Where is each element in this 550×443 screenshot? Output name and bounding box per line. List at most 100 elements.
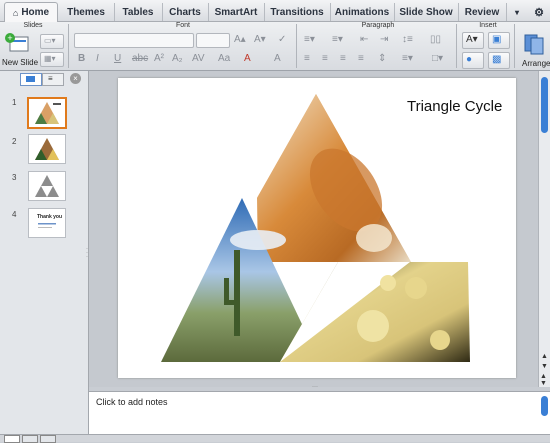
close-icon[interactable]: × [70, 73, 81, 84]
line-spacing-icon[interactable]: ↕≡ [402, 34, 413, 46]
strikethrough-button[interactable]: abc [132, 53, 148, 65]
layout-button[interactable]: ▭▾ [40, 34, 64, 49]
slide-number: 3 [12, 173, 17, 182]
tab-review[interactable]: Review [458, 3, 507, 21]
justify-icon[interactable]: ≡ [358, 53, 364, 65]
tab-animations-label: Animations [334, 6, 390, 18]
text-box-button[interactable]: A▾ [462, 32, 484, 49]
underline-button[interactable]: U [114, 53, 121, 65]
media-button[interactable]: ▩ [488, 52, 510, 69]
slide-thumbnail-4[interactable]: Thank you [28, 208, 66, 238]
slide-thumbnail-3[interactable] [28, 171, 66, 201]
group-label-paragraph: Paragraph [361, 22, 395, 29]
group-label-font: Font [175, 22, 190, 29]
tab-transitions-label: Transitions [270, 6, 324, 18]
text-direction-icon[interactable]: ⇕ [378, 53, 386, 65]
slide-thumbnail-pane: ≡ × 1 2 3 4 Thank you · · · [0, 71, 89, 436]
scrollbar-thumb[interactable] [541, 77, 548, 133]
tab-home[interactable]: ⌂ Home [4, 2, 58, 22]
triangle-cycle-graphic [161, 94, 470, 362]
tab-slide-show[interactable]: Slide Show [394, 3, 459, 21]
slides-view-icon [26, 76, 35, 82]
ribbon-tab-bar: ⌂ Home Themes Tables Charts SmartArt Tra… [0, 0, 550, 22]
notes-resize-handle[interactable]: ··· [312, 384, 326, 390]
change-case-icon[interactable]: Aa [218, 53, 230, 65]
clear-format-icon[interactable]: ✓ [278, 34, 286, 46]
divider [456, 24, 457, 68]
font-color-icon[interactable]: A [244, 53, 251, 65]
slide-title[interactable]: Triangle Cycle [407, 98, 502, 115]
home-icon: ⌂ [12, 7, 19, 18]
font-size-field[interactable] [196, 33, 230, 48]
slide-number: 1 [12, 98, 17, 107]
notes-scrollbar-thumb[interactable] [541, 396, 548, 416]
scroll-down-icon[interactable]: ▼ [541, 363, 548, 370]
increase-indent-icon[interactable]: ⇥ [380, 34, 388, 46]
slides-view-button[interactable] [20, 73, 42, 86]
arrange-button[interactable] [522, 32, 548, 58]
tab-smartart[interactable]: SmartArt [208, 3, 265, 21]
next-slide-icon[interactable]: ▼ [540, 380, 547, 387]
vertical-scrollbar[interactable]: ▲ ▼ ▲ ▼ [538, 71, 550, 387]
columns-icon[interactable]: ▯▯ [430, 34, 441, 46]
slide-thumbnail-1[interactable] [27, 97, 67, 129]
slide-number: 4 [12, 210, 17, 219]
tab-themes[interactable]: Themes [58, 3, 115, 21]
superscript-button[interactable]: A² [154, 53, 164, 65]
layout-icon: ▭▾ [44, 36, 56, 45]
tab-smartart-label: SmartArt [214, 6, 258, 18]
align-left-icon[interactable]: ≡ [304, 53, 310, 65]
tab-animations[interactable]: Animations [330, 3, 395, 21]
decrease-indent-icon[interactable]: ⇤ [360, 34, 368, 46]
divider [296, 24, 297, 68]
numbering-icon[interactable]: ≡▾ [332, 34, 343, 46]
align-center-icon[interactable]: ≡ [322, 53, 328, 65]
slide-canvas[interactable]: Triangle Cycle [118, 78, 516, 378]
smartart-convert-icon[interactable]: □▾ [432, 53, 443, 65]
tab-tables[interactable]: Tables [114, 3, 163, 21]
text-effects-icon[interactable]: A [274, 53, 281, 65]
notes-pane[interactable]: Click to add notes [89, 391, 550, 435]
decrease-font-icon[interactable]: A▾ [254, 34, 266, 46]
tab-themes-label: Themes [67, 6, 105, 18]
section-button[interactable]: ▦▾ [40, 52, 64, 67]
gear-icon[interactable]: ⚙ [528, 3, 550, 21]
align-right-icon[interactable]: ≡ [340, 53, 346, 65]
chevron-down-icon[interactable]: ▾ [506, 3, 528, 21]
tab-charts[interactable]: Charts [162, 3, 209, 21]
slide-thumbnail-2[interactable] [28, 134, 66, 164]
tab-home-label: Home [21, 7, 50, 18]
character-spacing-icon[interactable]: AV [192, 53, 205, 65]
group-label-slides: Slides [23, 22, 43, 29]
normal-view-button[interactable] [4, 435, 20, 443]
tab-transitions[interactable]: Transitions [264, 3, 331, 21]
divider [68, 24, 69, 68]
scroll-up-icon[interactable]: ▲ [541, 353, 548, 360]
shape-button[interactable]: ● [462, 52, 484, 69]
outline-view-button[interactable]: ≡ [42, 73, 64, 86]
bold-button[interactable]: B [78, 53, 85, 65]
pane-resize-handle[interactable]: · · · [86, 246, 88, 261]
shape-icon: ● [466, 54, 473, 65]
slide-sorter-button[interactable] [22, 435, 38, 443]
align-text-icon[interactable]: ≡▾ [402, 53, 413, 65]
tab-review-label: Review [464, 6, 500, 18]
new-slide-button[interactable]: + [4, 32, 34, 60]
arrange-label: Arrange [522, 59, 550, 68]
bullets-icon[interactable]: ≡▾ [304, 34, 315, 46]
arrange-icon [524, 34, 544, 55]
picture-button[interactable]: ▣ [488, 32, 510, 49]
notes-view-button[interactable] [40, 435, 56, 443]
italic-button[interactable]: I [96, 53, 99, 65]
subscript-button[interactable]: A₂ [172, 53, 183, 65]
notes-placeholder: Click to add notes [96, 397, 168, 407]
increase-font-icon[interactable]: A▴ [234, 34, 246, 46]
divider [514, 24, 515, 68]
new-slide-icon: + [5, 33, 29, 52]
tab-tables-label: Tables [122, 6, 154, 18]
group-label-insert: Insert [479, 22, 497, 29]
font-name-field[interactable] [74, 33, 194, 48]
previous-slide-icon[interactable]: ▲ [540, 373, 547, 380]
picture-icon: ▣ [492, 34, 502, 45]
svg-text:+: + [7, 33, 12, 43]
